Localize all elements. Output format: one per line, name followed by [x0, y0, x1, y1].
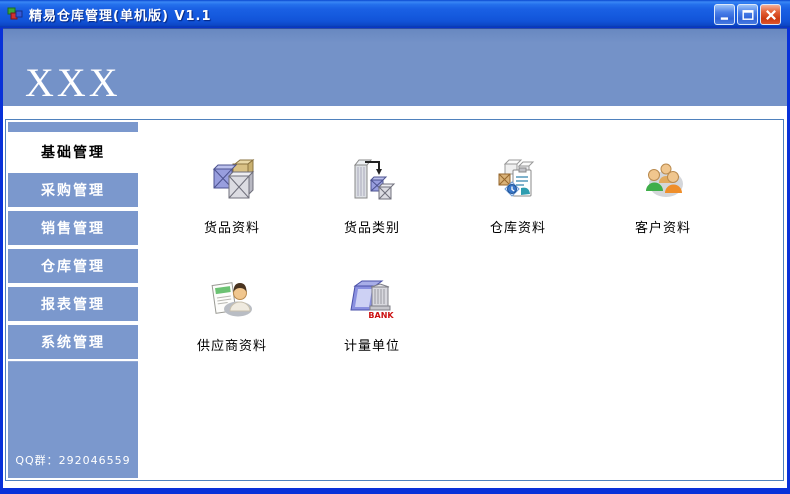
shortcut-supplier-data[interactable]: 供应商资料	[177, 274, 287, 354]
shortcut-label: 仓库资料	[489, 221, 546, 236]
sidebar-item-basic-management[interactable]: 基础管理	[8, 135, 138, 169]
sidebar-item-label: 报表管理	[41, 297, 105, 313]
sidebar-nav: 基础管理 采购管理 销售管理 仓库管理 报表管理 系统管理 QQ群：292046…	[8, 122, 138, 478]
sidebar-filler: QQ群：292046559	[8, 361, 138, 478]
sidebar-item-warehouse-management[interactable]: 仓库管理	[8, 249, 138, 283]
minimize-button[interactable]	[714, 4, 735, 25]
shortcut-goods-category[interactable]: 货品类别	[317, 156, 427, 236]
sidebar-top-spacer	[8, 122, 138, 132]
goods-boxes-icon	[212, 158, 255, 199]
category-building-arrow-icon	[353, 159, 396, 200]
app-blocks-icon	[7, 7, 23, 20]
maximize-button[interactable]	[737, 4, 758, 25]
shortcut-label: 计量单位	[343, 339, 400, 354]
close-button[interactable]	[760, 4, 781, 25]
sidebar-item-system-management[interactable]: 系统管理	[8, 325, 138, 359]
bank-building-folder-icon: BANK	[350, 280, 394, 320]
warehouse-clipboard-clock-icon	[498, 159, 535, 197]
supplier-person-card-icon	[211, 282, 252, 317]
shortcut-label: 货品类别	[343, 221, 400, 236]
content-panel: 基础管理 采购管理 销售管理 仓库管理 报表管理 系统管理 QQ群：292046…	[5, 119, 784, 481]
window-border-left	[0, 28, 3, 494]
sidebar-item-label: 基础管理	[41, 145, 105, 161]
minimize-icon	[720, 16, 728, 20]
close-icon	[765, 9, 776, 20]
sidebar-item-label: 采购管理	[41, 183, 105, 199]
shortcut-label: 客户资料	[634, 221, 691, 236]
maximize-icon	[741, 9, 754, 20]
sidebar-item-report-management[interactable]: 报表管理	[8, 287, 138, 321]
shortcut-label: 供应商资料	[196, 339, 267, 354]
window-border-bottom	[0, 488, 790, 494]
sidebar-item-label: 系统管理	[41, 335, 105, 351]
bank-badge-text: BANK	[368, 311, 394, 320]
window-title: 精易仓库管理(单机版) V1.1	[29, 8, 212, 24]
customers-people-icon	[646, 163, 683, 197]
sidebar-item-sales-management[interactable]: 销售管理	[8, 211, 138, 245]
banner-title: XXX	[25, 60, 121, 105]
sidebar-item-label: 销售管理	[41, 221, 105, 237]
shortcut-goods-data[interactable]: 货品资料	[177, 156, 287, 236]
app-window: 精易仓库管理(单机版) V1.1 XXX 基础管理 采购管理 销售管理 仓库管理…	[0, 0, 790, 494]
qq-group-text: QQ群：292046559	[15, 454, 131, 467]
sidebar-item-label: 仓库管理	[41, 259, 105, 275]
header-banner: XXX	[3, 28, 787, 106]
shortcut-label: 货品资料	[203, 221, 260, 236]
shortcut-warehouse-data[interactable]: 仓库资料	[463, 156, 573, 236]
sidebar-item-purchase-management[interactable]: 采购管理	[8, 173, 138, 207]
shortcut-unit-of-measure[interactable]: BANK 计量单位	[317, 274, 427, 354]
title-bar: 精易仓库管理(单机版) V1.1	[0, 0, 790, 28]
window-controls	[714, 4, 781, 25]
shortcut-customer-data[interactable]: 客户资料	[608, 156, 718, 236]
